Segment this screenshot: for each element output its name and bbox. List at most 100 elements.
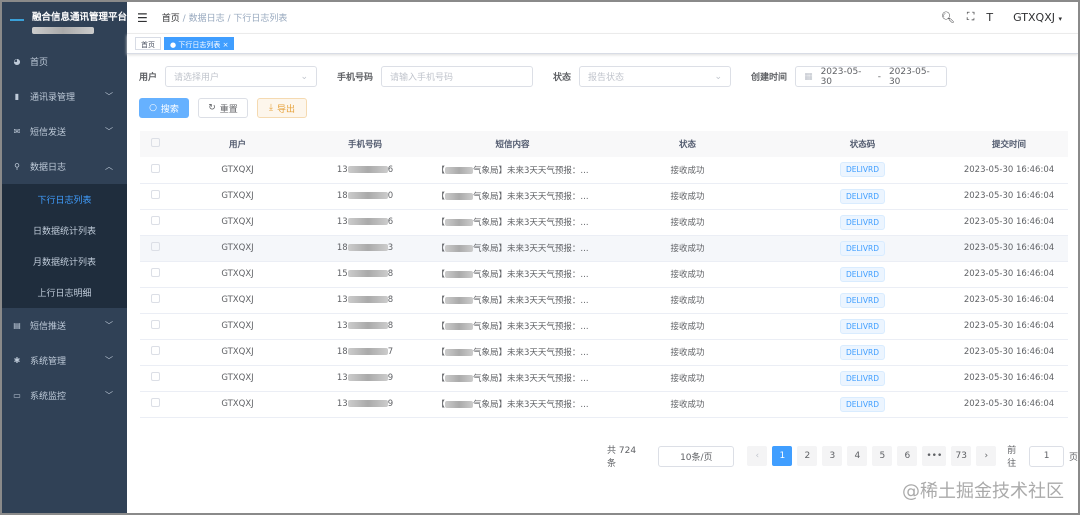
row-checkbox[interactable] (150, 216, 160, 225)
status-select[interactable]: 报告状态 ⌄ (579, 66, 732, 87)
table-row[interactable]: GTXQXJ 13 6 【气象局】未来3天天气预报：... 接收成功 DELIVR… (140, 209, 1068, 236)
table-row[interactable]: GTXQXJ 18 7 【气象局】未来3天天气预报：... 接收成功 DELIVR… (140, 339, 1068, 366)
table-row[interactable]: GTXQXJ 13 8 【气象局】未来3天天气预报：... 接收成功 DELIVR… (140, 287, 1068, 314)
page-button[interactable]: 73 (951, 446, 972, 466)
sidebar-subitem[interactable]: 上行日志明细 (2, 277, 127, 308)
content-cell: 【气象局】未来3天天气预报：... (425, 339, 600, 366)
chevron-down-icon: ﹀ (105, 127, 113, 136)
content-cell: 【气象局】未来3天天气预报：... (425, 287, 600, 314)
total-count: 共 724 条 (607, 446, 637, 469)
reset-button[interactable]: ↻ 重置 (198, 98, 248, 118)
sidebar-item[interactable]: ⚲ 数据日志 ︿ (2, 149, 127, 184)
monitor-icon: ▭ (13, 391, 21, 400)
logo: 融合信息通讯管理平台 (2, 2, 127, 44)
row-checkbox[interactable] (150, 163, 160, 173)
row-checkbox[interactable] (150, 242, 160, 251)
status-code-badge: DELIVRD (839, 214, 886, 230)
row-checkbox[interactable] (150, 372, 160, 381)
table-row[interactable]: GTXQXJ 15 8 【气象局】未来3天天气预报：... 接收成功 DELIVR… (140, 261, 1068, 288)
page-button[interactable]: 5 (872, 446, 893, 466)
table-row[interactable]: GTXQXJ 18 3 【气象局】未来3天天气预报：... 接收成功 DELIVR… (140, 235, 1068, 262)
filter-form: 用户 请选择用户 ⌄ 手机号码 请输入手机号码 状态 报告状态 ⌄ 创建时间 ▦ 20… (139, 66, 948, 87)
sidebar-item[interactable]: ✱ 系统管理 ﹀ (2, 343, 127, 378)
col-time: 提交时间 (950, 131, 1068, 157)
phone-cell: 13 6 (305, 157, 425, 184)
col-phone: 手机号码 (305, 131, 425, 157)
page-button[interactable]: 6 (897, 446, 918, 466)
sidebar-item[interactable]: ▤ 短信推送 ﹀ (2, 308, 127, 343)
fullscreen-icon[interactable]: ⛶ (967, 10, 975, 24)
sidebar-item[interactable]: ▭ 系统监控 ﹀ (2, 378, 127, 413)
user-select[interactable]: 请选择用户 ⌄ (165, 66, 318, 87)
col-code: 状态码 (775, 131, 950, 157)
blurred-username (32, 27, 94, 34)
breadcrumb-home[interactable]: 首页 (162, 14, 180, 24)
hamburger-icon[interactable]: ☰ (137, 11, 148, 25)
chart-icon: ▮ (14, 92, 20, 101)
select-all-checkbox[interactable] (150, 138, 160, 147)
page-button[interactable]: 4 (847, 446, 868, 466)
table-row[interactable]: GTXQXJ 13 6 【气象局】未来3天天气预报：... 接收成功 DELIVR… (140, 157, 1068, 184)
chevron-down-icon: ⌄ (300, 71, 309, 82)
sidebar-item[interactable]: ◕ 首页 (2, 44, 127, 79)
mail-icon: ✉ (13, 127, 21, 136)
caret-down-icon: ▾ (1058, 14, 1062, 23)
sidebar-subitem[interactable]: 月数据统计列表 (2, 246, 127, 277)
download-icon: ⤓ (269, 103, 273, 113)
sidebar-item[interactable]: ✉ 短信发送 ﹀ (2, 114, 127, 149)
tags-bar: 首页 ● 下行日志列表 × (127, 34, 1078, 54)
goto-page-input[interactable]: 1 (1029, 445, 1064, 467)
phone-input[interactable]: 请输入手机号码 (381, 66, 534, 87)
list-icon: ▤ (13, 321, 21, 330)
status-code-badge: DELIVRD (839, 188, 886, 204)
row-checkbox[interactable] (150, 294, 160, 303)
table-row[interactable]: GTXQXJ 13 9 【气象局】未来3天天气预报：... 接收成功 DELIVR… (140, 365, 1068, 392)
page-button[interactable]: 1 (772, 446, 793, 466)
chevron-up-icon: ︿ (105, 162, 113, 171)
app-title: 融合信息通讯管理平台 (32, 12, 128, 23)
search-icon: ⚲ (14, 162, 20, 171)
status-code-badge: DELIVRD (839, 292, 886, 308)
next-page-button[interactable]: › (976, 446, 997, 466)
date-range-picker[interactable]: ▦ 2023-05-30-2023-05-30 (795, 66, 948, 87)
page-button[interactable]: 3 (822, 446, 843, 466)
content-cell: 【气象局】未来3天天气预报：... (425, 157, 600, 184)
export-button[interactable]: ⤓ 导出 (257, 98, 307, 118)
table-row[interactable]: GTXQXJ 18 0 【气象局】未来3天天气预报：... 接收成功 DELIVR… (140, 183, 1068, 210)
search-icon[interactable]: 🔍︎ (941, 11, 955, 24)
page-button[interactable]: ••• (922, 446, 947, 466)
table-row[interactable]: GTXQXJ 13 9 【气象局】未来3天天气预报：... 接收成功 DELIVR… (140, 391, 1068, 418)
calendar-icon: ▦ (804, 71, 813, 82)
page-button[interactable]: 2 (797, 446, 818, 466)
search-button[interactable]: ○ 搜索 (139, 98, 189, 118)
chevron-down-icon: ﹀ (105, 321, 113, 330)
status-code-badge: DELIVRD (839, 240, 886, 256)
row-checkbox[interactable] (150, 346, 160, 355)
col-status: 状态 (600, 131, 775, 157)
pagination: 共 724 条 10条/页 ‹ 1 2 3 4 5 6 ••• 73 › 前往 1 页 (607, 443, 1078, 469)
status-code-badge: DELIVRD (839, 318, 886, 334)
row-checkbox[interactable] (150, 190, 160, 199)
font-size-icon[interactable]: T (986, 11, 993, 24)
col-user: 用户 (170, 131, 305, 157)
status-code-badge: DELIVRD (839, 266, 886, 282)
tag-home[interactable]: 首页 (135, 37, 161, 50)
row-checkbox[interactable] (150, 320, 160, 329)
phone-cell: 18 3 (305, 235, 425, 262)
row-checkbox[interactable] (150, 268, 160, 277)
user-menu[interactable]: GTXQXJ ▾ (1013, 11, 1062, 24)
sidebar-item[interactable]: ▮ 通讯录管理 ﹀ (2, 79, 127, 114)
content-cell: 【气象局】未来3天天气预报：... (425, 183, 600, 210)
page-size-select[interactable]: 10条/页 (658, 445, 735, 467)
close-icon[interactable]: × (223, 41, 229, 49)
sidebar-subitem[interactable]: 下行日志列表 (2, 184, 127, 215)
breadcrumb-data-log[interactable]: 数据日志 (189, 14, 225, 24)
refresh-icon: ↻ (208, 103, 216, 113)
prev-page-button[interactable]: ‹ (747, 446, 768, 466)
sidebar-subitem[interactable]: 日数据统计列表 (2, 215, 127, 246)
tag-downlink-log[interactable]: ● 下行日志列表 × (164, 37, 235, 50)
table-row[interactable]: GTXQXJ 13 8 【气象局】未来3天天气预报：... 接收成功 DELIVR… (140, 313, 1068, 340)
row-checkbox[interactable] (150, 398, 160, 407)
content-cell: 【气象局】未来3天天气预报：... (425, 235, 600, 262)
content-cell: 【气象局】未来3天天气预报：... (425, 209, 600, 236)
